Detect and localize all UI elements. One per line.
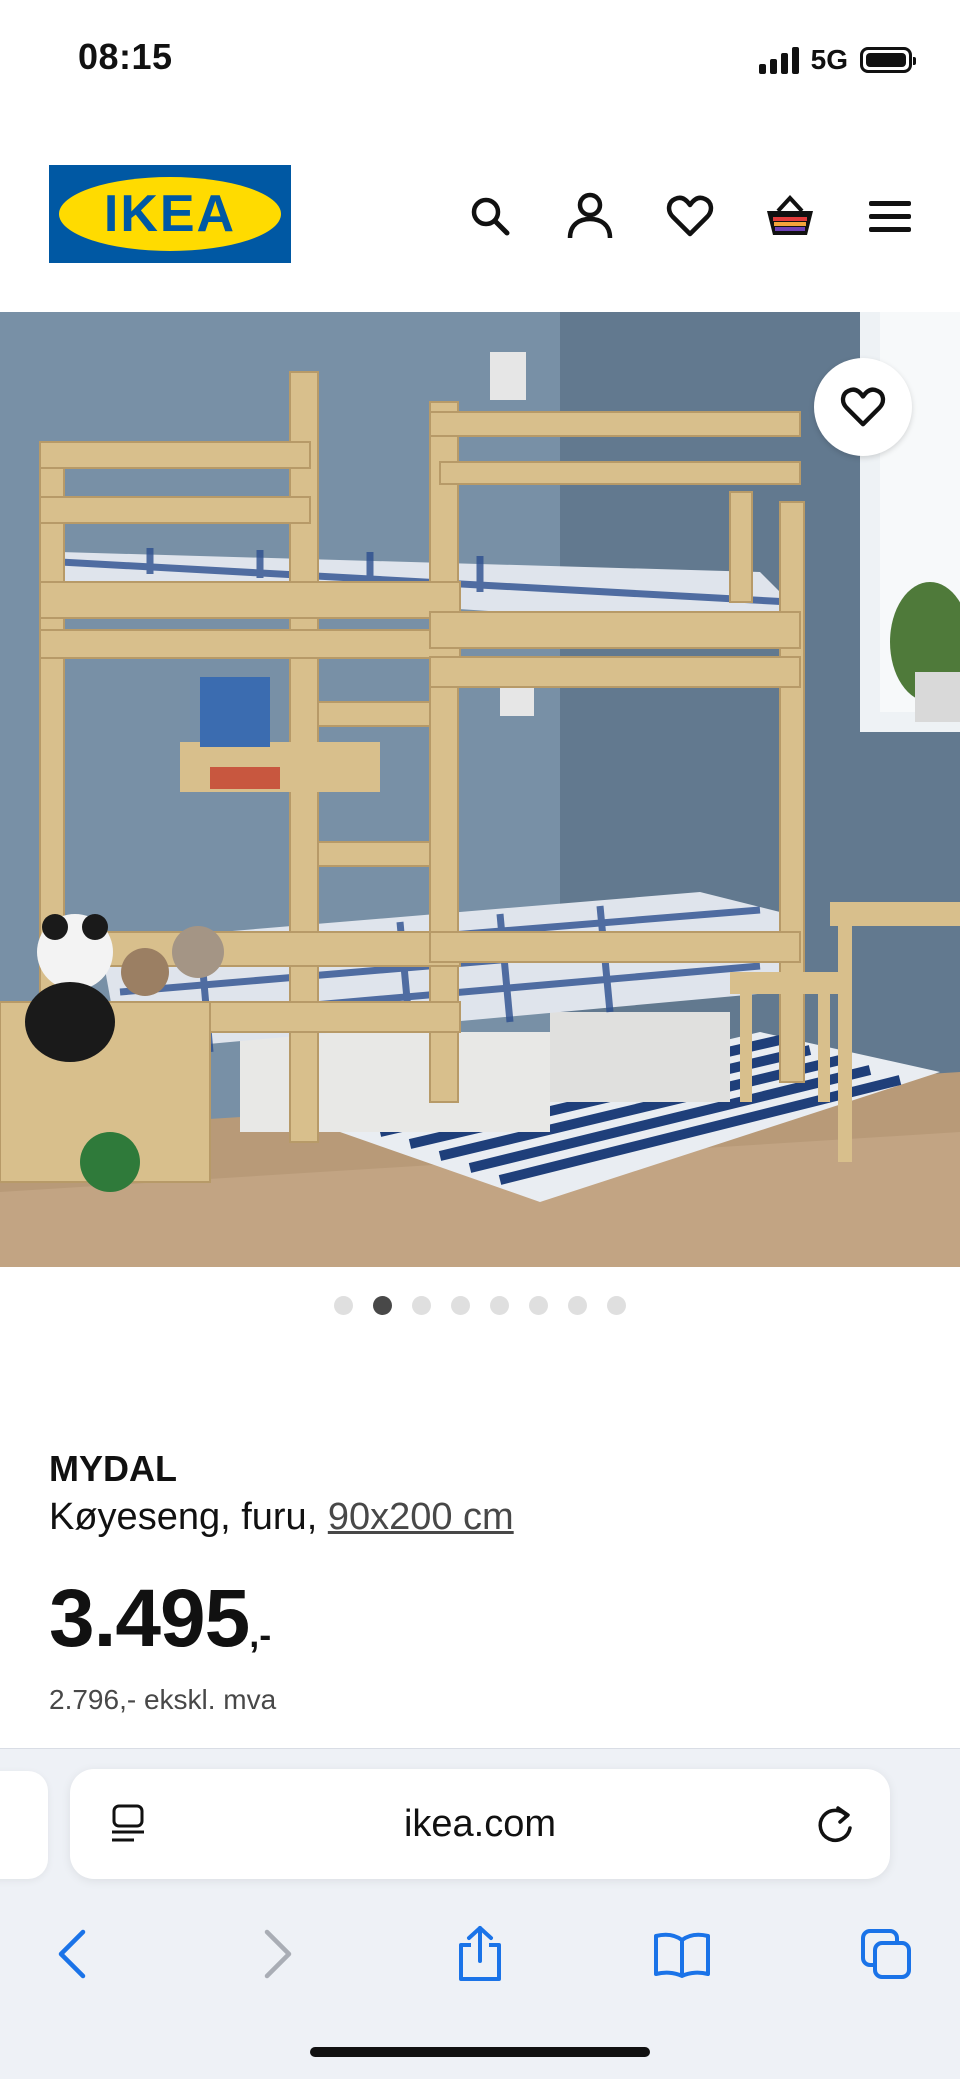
- product-size-link[interactable]: 90x200 cm: [328, 1496, 514, 1538]
- reload-icon[interactable]: [814, 1802, 856, 1851]
- address-bar[interactable]: ikea.com: [70, 1769, 890, 1879]
- carousel-dot[interactable]: [451, 1296, 470, 1315]
- signal-icon: [758, 46, 799, 74]
- menu-icon[interactable]: [840, 182, 940, 250]
- favourites-icon[interactable]: [640, 182, 740, 250]
- browser-chrome: ikea.com: [0, 1748, 960, 2079]
- header-icons: [440, 182, 940, 250]
- price-ex-vat: 2.796,- ekskl. mva: [49, 1684, 277, 1715]
- battery-icon: [860, 47, 916, 73]
- account-icon[interactable]: [540, 182, 640, 250]
- share-icon[interactable]: [430, 1909, 530, 1999]
- product-name: MYDAL: [49, 1448, 177, 1489]
- carousel-dot-active[interactable]: [373, 1296, 392, 1315]
- search-icon[interactable]: [440, 182, 540, 250]
- product-image[interactable]: [0, 312, 960, 1267]
- back-icon[interactable]: [22, 1909, 122, 1999]
- browser-toolbar: [0, 1909, 960, 1999]
- carousel-dot[interactable]: [568, 1296, 587, 1315]
- carousel-dot[interactable]: [607, 1296, 626, 1315]
- heart-icon: [840, 387, 886, 427]
- price-main: 3.495: [49, 1573, 250, 1664]
- carousel-dot[interactable]: [529, 1296, 548, 1315]
- home-indicator: [310, 2047, 650, 2057]
- product-description: Køyeseng, furu, 90x200 cm: [49, 1492, 909, 1542]
- status-bar: 08:15 5G: [0, 0, 960, 120]
- bookmarks-icon[interactable]: [632, 1909, 732, 1999]
- carousel-dot[interactable]: [334, 1296, 353, 1315]
- product-price: 3.495 ,-: [49, 1574, 909, 1664]
- price-suffix: ,-: [249, 1614, 272, 1655]
- previous-tab[interactable]: [0, 1771, 48, 1879]
- basket-icon[interactable]: [740, 182, 840, 250]
- ikea-logo[interactable]: IKEA: [49, 165, 291, 263]
- network-type: 5G: [810, 44, 848, 75]
- carousel-dot[interactable]: [490, 1296, 509, 1315]
- carousel-indicators: [0, 1296, 960, 1315]
- add-to-favourites-button[interactable]: [814, 358, 912, 456]
- tabs-icon[interactable]: [836, 1909, 936, 1999]
- forward-icon[interactable]: [228, 1909, 328, 1999]
- product-type: Køyeseng, furu,: [49, 1496, 328, 1538]
- url-text: ikea.com: [403, 1802, 557, 1845]
- status-indicators: 5G: [758, 44, 916, 76]
- product-info: MYDAL Køyeseng, furu, 90x200 cm 3.495 ,-…: [49, 1446, 909, 1716]
- site-header: IKEA: [0, 120, 960, 312]
- carousel-dot[interactable]: [412, 1296, 431, 1315]
- status-time: 08:15: [78, 36, 173, 77]
